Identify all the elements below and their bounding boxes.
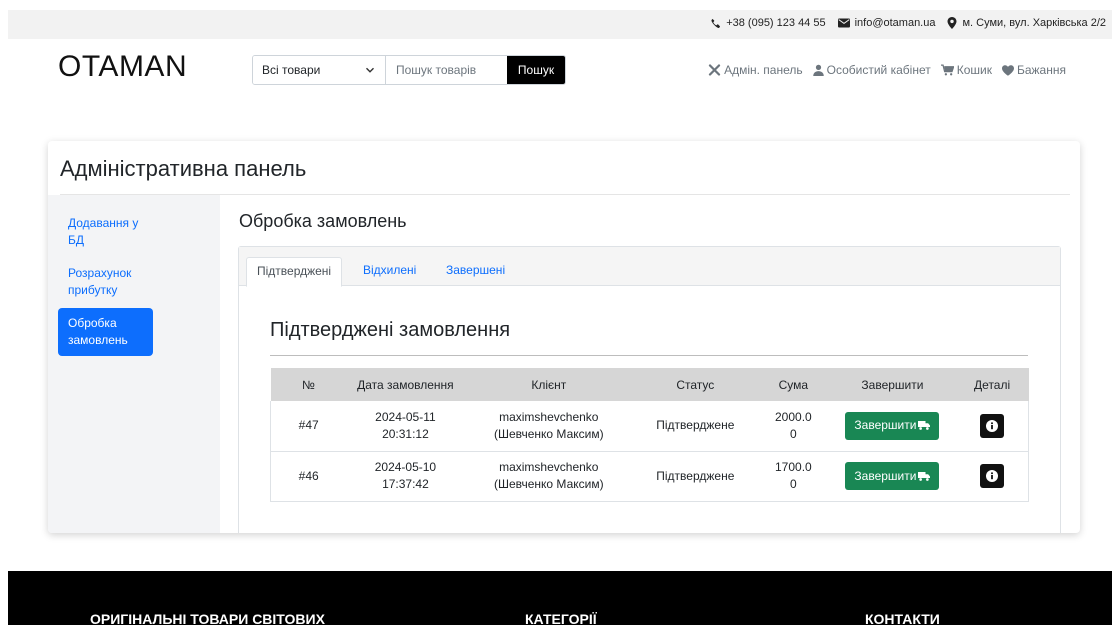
- finish-button-label: Завершити: [854, 418, 917, 433]
- admin-panel-card: Адміністративна панель Додавання у БД Ро…: [48, 141, 1080, 533]
- order-date-time: 17:37:42: [382, 477, 429, 491]
- col-header-finish: Завершити: [829, 368, 956, 401]
- footer-heading-original-goods: ОРИГІНАЛЬНІ ТОВАРИ СВІТОВИХ: [90, 611, 325, 625]
- user-icon: [812, 64, 824, 76]
- info-icon: [985, 419, 998, 432]
- nav-admin-panel[interactable]: Адмін. панель: [708, 63, 803, 77]
- info-icon: [985, 470, 998, 482]
- site-footer: ОРИГІНАЛЬНІ ТОВАРИ СВІТОВИХ КАТЕГОРІЇ КО…: [8, 571, 1112, 625]
- nav-wishlist-label: Бажання: [1016, 63, 1066, 77]
- admin-panel-title: Адміністративна панель: [60, 156, 307, 181]
- col-header-sum: Сума: [757, 368, 830, 401]
- order-date-time: 20:31:12: [382, 426, 429, 441]
- divider: [270, 355, 1028, 356]
- top-contact-bar: +38 (095) 123 44 55 info@otaman.ua м. Су…: [8, 10, 1112, 39]
- finish-order-button[interactable]: Завершити: [845, 462, 940, 490]
- order-status: Підтверджене: [633, 401, 758, 452]
- finish-order-button[interactable]: Завершити: [845, 411, 940, 440]
- order-finish-cell: Завершити: [829, 451, 956, 502]
- order-date-day: 2024-05-11: [375, 409, 436, 424]
- tab-confirmed[interactable]: Підтверджені: [246, 257, 343, 287]
- order-details-cell: [955, 451, 1029, 502]
- client-name: (Шевченко Максим): [493, 477, 604, 491]
- tabs-header: Підтверджені Відхилені Завершені: [239, 247, 1060, 287]
- confirmed-orders-title: Підтверджені замовлення: [270, 319, 511, 341]
- sidebar-item-profit-calculation[interactable]: Розрахунок прибутку: [58, 265, 153, 299]
- email-text: info@otaman.ua: [854, 17, 936, 29]
- orders-tabs-card: Підтверджені Відхилені Завершені Підтвер…: [238, 246, 1061, 533]
- col-header-details: Деталі: [955, 368, 1029, 401]
- nav-wishlist[interactable]: Бажання: [1001, 63, 1066, 77]
- admin-sidebar: Додавання у БД Розрахунок прибутку Оброб…: [48, 195, 220, 533]
- envelope-icon: [837, 18, 850, 28]
- col-header-date: Дата замовлення: [346, 368, 465, 401]
- nav-account-label: Особистий кабінет: [826, 63, 931, 77]
- nav-admin-label: Адмін. панель: [724, 63, 803, 77]
- contact-address[interactable]: м. Суми, вул. Харківська 2/2: [947, 17, 1106, 29]
- order-sum: 1700.0 0: [757, 451, 830, 502]
- search-input[interactable]: [386, 56, 507, 84]
- client-login: maximshevchenko: [499, 409, 599, 424]
- search-button[interactable]: Пошук: [507, 56, 565, 84]
- truck-icon: [918, 421, 931, 431]
- truck-icon: [918, 471, 931, 481]
- chevron-down-icon: [366, 67, 374, 73]
- phone-icon: [711, 18, 721, 28]
- footer-heading-categories: КАТЕГОРІЇ: [525, 611, 597, 625]
- category-selected-value: Всі товари: [262, 63, 321, 77]
- order-details-cell: [955, 401, 1029, 452]
- order-sum-line1: 2000.0: [775, 409, 812, 424]
- nav-cart[interactable]: Кошик: [940, 63, 992, 77]
- map-pin-icon: [947, 17, 957, 29]
- order-details-button[interactable]: [979, 464, 1004, 488]
- section-title: Обробка замовлень: [239, 211, 407, 231]
- client-name: (Шевченко Максим): [493, 426, 604, 441]
- client-login: maximshevchenko: [499, 460, 599, 474]
- nav-account[interactable]: Особистий кабінет: [812, 63, 931, 77]
- order-client: maximshevchenko (Шевченко Максим): [464, 451, 634, 502]
- col-header-client: Клієнт: [464, 368, 634, 401]
- nav-cart-label: Кошик: [956, 63, 992, 77]
- order-finish-cell: Завершити: [829, 401, 956, 452]
- site-logo[interactable]: OTAMAN: [58, 50, 187, 84]
- order-sum-line2: 0: [790, 426, 797, 441]
- order-status: Підтверджене: [633, 451, 758, 502]
- order-details-button[interactable]: [979, 413, 1004, 438]
- header-nav: Адмін. панель Особистий кабінет Кошик Ба…: [698, 63, 1066, 77]
- order-sum-line1: 1700.0: [775, 460, 812, 474]
- order-sum: 2000.0 0: [757, 401, 830, 452]
- footer-heading-contacts: КОНТАКТИ: [865, 611, 940, 625]
- order-date: 2024-05-11 20:31:12: [346, 401, 465, 452]
- table-header-row: № Дата замовлення Клієнт Статус Сума Зав…: [270, 368, 1029, 401]
- finish-button-label: Завершити: [854, 468, 917, 483]
- col-header-number: №: [270, 368, 347, 401]
- tools-icon: [708, 64, 721, 76]
- order-date-day: 2024-05-10: [374, 460, 437, 474]
- contact-email[interactable]: info@otaman.ua: [837, 17, 936, 29]
- phone-text: +38 (095) 123 44 55: [726, 17, 826, 29]
- sidebar-item-order-processing[interactable]: Обробка замовлень: [58, 308, 153, 356]
- search-bar: Всі товари Пошук: [252, 55, 566, 85]
- cart-icon: [940, 64, 954, 76]
- order-number: #46: [270, 451, 347, 502]
- col-header-status: Статус: [633, 368, 758, 401]
- tab-rejected[interactable]: Відхилені: [353, 257, 426, 287]
- order-client: maximshevchenko (Шевченко Максим): [464, 401, 634, 452]
- order-sum-line2: 0: [790, 477, 797, 491]
- tab-completed[interactable]: Завершені: [436, 257, 515, 287]
- sidebar-item-add-to-db[interactable]: Додавання у БД: [58, 215, 153, 249]
- contact-phone[interactable]: +38 (095) 123 44 55: [710, 17, 826, 29]
- table-row: #47 2024-05-11 20:31:12 maximshevchenko (Ш…: [270, 401, 1029, 452]
- orders-table: № Дата замовлення Клієнт Статус Сума Зав…: [270, 368, 1029, 502]
- address-text: м. Суми, вул. Харківська 2/2: [962, 17, 1106, 29]
- order-number: #47: [270, 401, 347, 452]
- category-select[interactable]: Всі товари: [253, 56, 386, 84]
- heart-icon: [1001, 64, 1014, 76]
- order-date: 2024-05-10 17:37:42: [346, 451, 465, 502]
- table-row: #46 2024-05-10 17:37:42 maximshevchenko (Ш…: [270, 451, 1029, 502]
